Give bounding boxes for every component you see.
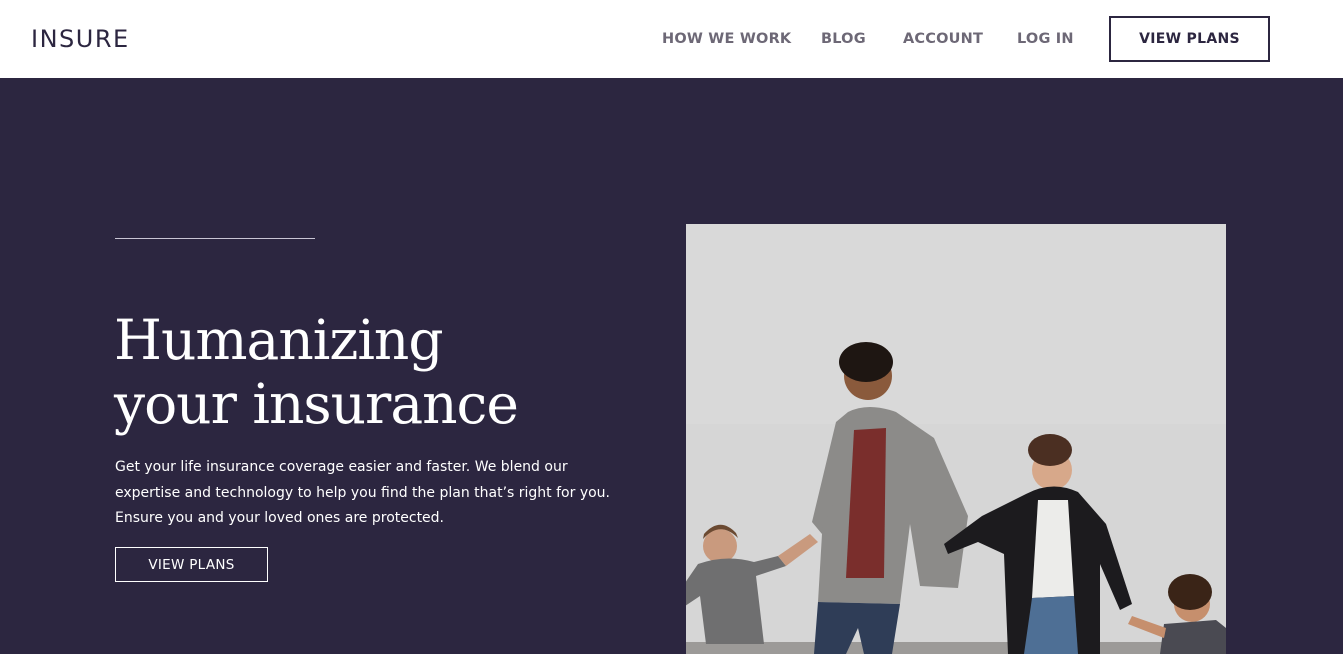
site-header: INSURE HOW WE WORK BLOG ACCOUNT LOG IN V… [0, 0, 1343, 78]
hero-description-line-1: Get your life insurance coverage easier … [115, 459, 568, 475]
view-plans-hero-button[interactable]: VIEW PLANS [115, 547, 268, 582]
hero-description: Get your life insurance coverage easier … [115, 455, 635, 532]
logo[interactable]: INSURE [31, 26, 130, 52]
nav-link-blog[interactable]: BLOG [821, 30, 866, 48]
hero-description-line-3: Ensure you and your loved ones are prote… [115, 510, 445, 526]
nav-link-account[interactable]: ACCOUNT [903, 30, 983, 48]
hero-description-line-2: expertise and technology to help you fin… [115, 484, 610, 501]
family-illustration [686, 224, 1226, 654]
family-photo [686, 224, 1226, 654]
hero-title-line-2: your insurance [114, 372, 519, 436]
nav-link-how-we-work[interactable]: HOW WE WORK [662, 30, 791, 48]
hero-divider [115, 238, 315, 239]
hero-title: Humanizing your insurance [114, 308, 654, 436]
hero-title-line-1: Humanizing [114, 308, 444, 372]
view-plans-header-button[interactable]: VIEW PLANS [1109, 16, 1270, 62]
nav-link-log-in[interactable]: LOG IN [1017, 30, 1074, 48]
